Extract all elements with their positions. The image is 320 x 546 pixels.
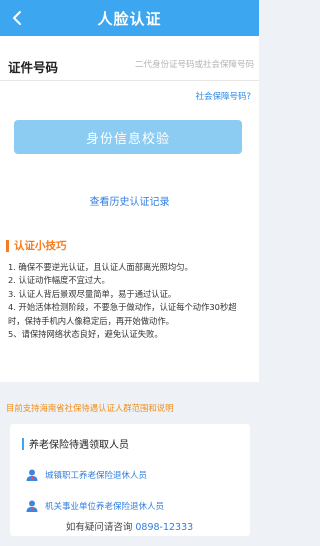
pension-item-label: 机关事业单位养老保险退休人员 [45,502,165,512]
hotline: 如有疑问请咨询 0898-12333 [0,519,259,533]
pension-accent-bar [22,437,24,450]
id-number-input[interactable] [78,55,254,75]
pension-item-public-institution[interactable]: 机关事业单位养老保险退休人员 [25,499,164,513]
verify-identity-button[interactable]: 身份信息校验 [14,120,242,154]
app-header: 人脸认证 [0,0,259,36]
tip-item: 3. 认证人背后景观尽量简单，易于通过认证。 [8,288,177,299]
tips-section: 认证小技巧 1. 确保不要逆光认证，且认证人面部离光照均匀。 2. 认证动作幅度… [0,228,259,382]
pension-item-label: 城镇职工养老保险退休人员 [45,471,148,481]
hotline-number[interactable]: 0898-12333 [135,522,193,533]
support-scope-link[interactable]: 目前支持海南省社保待遇认证人群范围和说明 [6,402,174,414]
person-icon [26,500,38,512]
hotline-prefix: 如有疑问请咨询 [65,522,133,533]
id-number-label: 证件号码 [8,60,59,75]
pension-header: 养老保险待遇领取人员 [22,436,129,451]
history-records-link[interactable]: 查看历史认证记录 [0,193,259,208]
pension-title: 养老保险待遇领取人员 [29,440,129,451]
tips-header: 认证小技巧 [6,238,67,253]
tip-item: 1. 确保不要逆光认证，且认证人面部离光照均匀。 [8,262,193,272]
page-title: 人脸认证 [97,10,162,28]
form-divider [0,80,259,81]
tip-item: 4. 开始活体检测阶段，不要急于做动作，认证每个动作30秒超时，保持手机内人像稳… [8,302,237,326]
tips-accent-bar [6,239,9,252]
tips-list: 1. 确保不要逆光认证，且认证人面部离光照均匀。 2. 认证动作幅度不宜过大。 … [8,261,248,341]
person-icon [26,469,38,481]
pension-item-urban-employee[interactable]: 城镇职工养老保险退休人员 [25,468,147,482]
tip-item: 5、请保持网络状态良好，避免认证失败。 [8,329,163,340]
tip-item: 2. 认证动作幅度不宜过大。 [8,275,110,286]
social-security-number-link[interactable]: 社会保障号码? [195,90,251,102]
tips-title: 认证小技巧 [14,240,67,252]
